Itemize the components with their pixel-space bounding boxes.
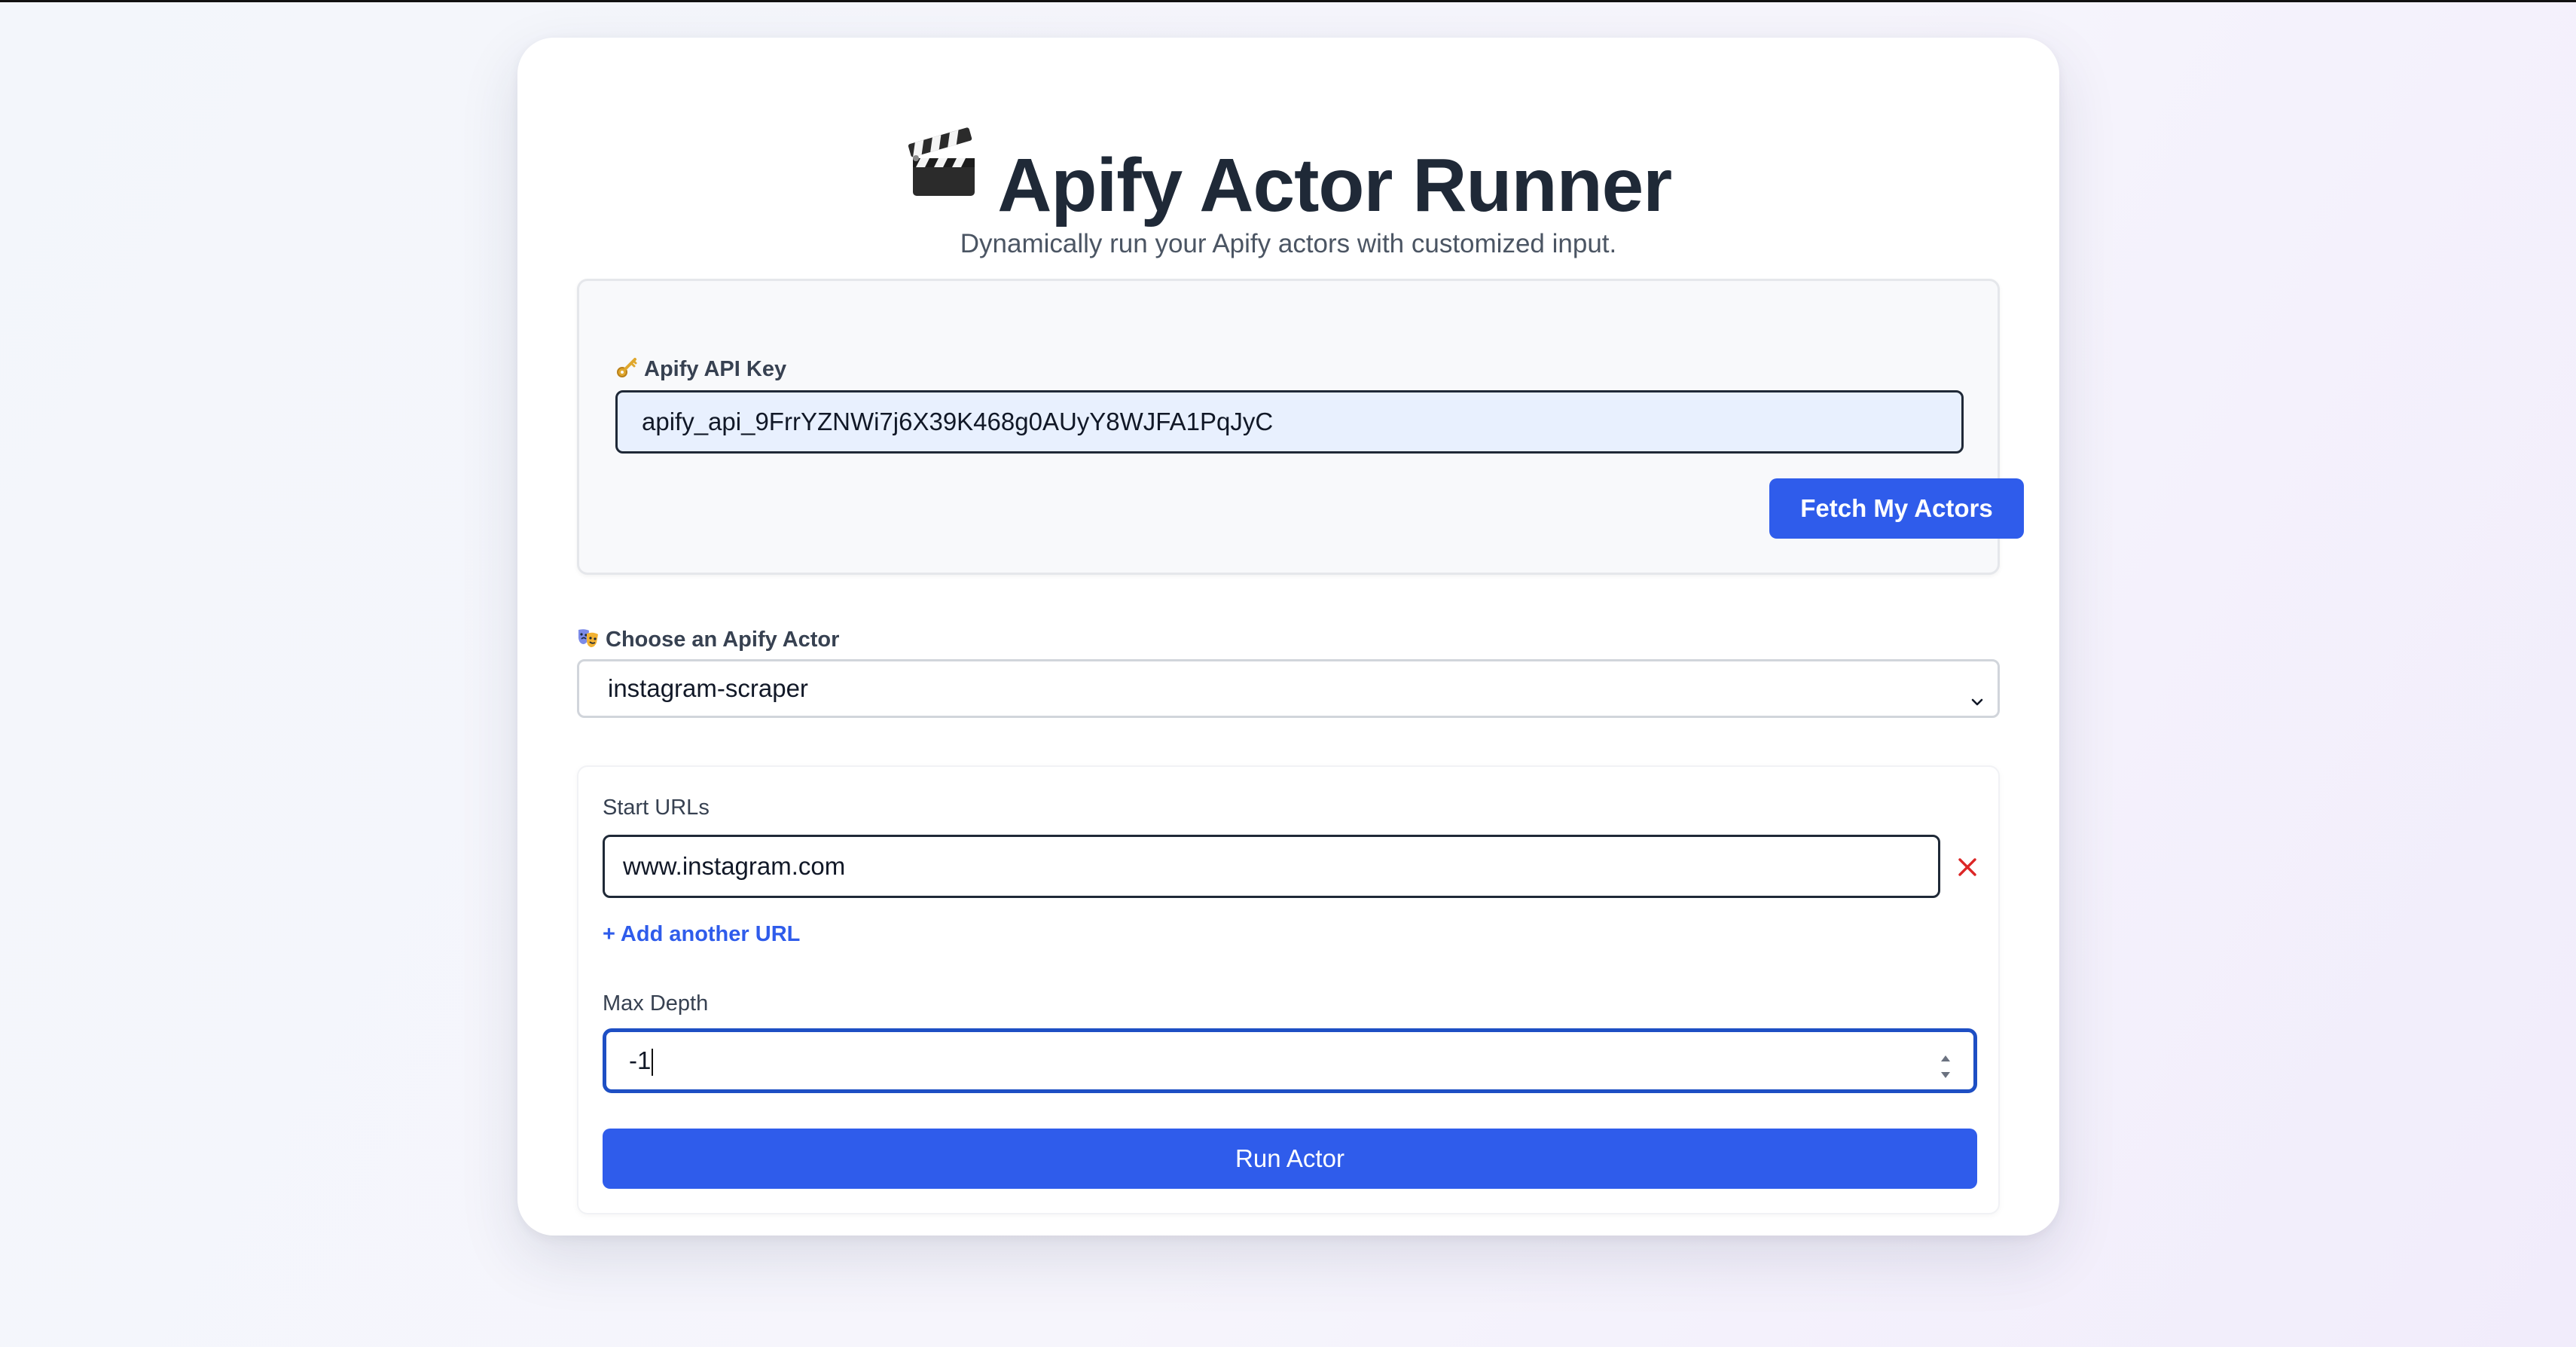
api-key-input[interactable]: apify_api_9FrrYZNWi7j6X39K468g0AUyY8WJFA… [615,390,1964,454]
clapper-board-icon [905,127,981,244]
actor-input-form: Start URLs www.instagram.com + Add anoth… [577,765,2000,1214]
page-title: Apify Actor Runner [997,143,1672,228]
add-url-link[interactable]: + Add another URL [603,922,800,947]
max-depth-label: Max Depth [603,991,709,1016]
chevron-down-icon [1969,678,1985,732]
max-depth-value: -1 [629,1046,652,1074]
start-urls-label: Start URLs [603,796,710,820]
run-actor-button[interactable]: Run Actor [603,1129,1977,1189]
fetch-actors-button[interactable]: Fetch My Actors [1769,478,2024,539]
api-key-panel: Apify API Key apify_api_9FrrYZNWi7j6X39K… [577,279,2024,575]
actor-select-value: instagram-scraper [608,674,808,702]
actor-select[interactable]: instagram-scraper [577,659,2000,718]
start-url-input[interactable]: www.instagram.com [603,835,1940,898]
number-spinner-icon[interactable] [1937,1046,1954,1078]
remove-url-icon[interactable] [1955,854,1980,880]
api-key-label: Apify API Key [615,356,786,385]
api-key-label-text: Apify API Key [644,357,787,381]
page-subtitle: Dynamically run your Apify actors with c… [960,229,1617,258]
max-depth-input[interactable]: -1 [603,1028,1977,1093]
window-top-edge [0,0,2576,2]
performing-arts-icon [577,627,600,655]
actor-select-label: Choose an Apify Actor [577,627,839,655]
text-caret [652,1049,654,1077]
actor-select-label-text: Choose an Apify Actor [606,628,840,652]
key-icon [615,356,638,385]
header: Apify Actor Runner [517,127,2059,228]
runner-card: Apify Actor Runner Dynamically run your … [517,38,2059,1236]
